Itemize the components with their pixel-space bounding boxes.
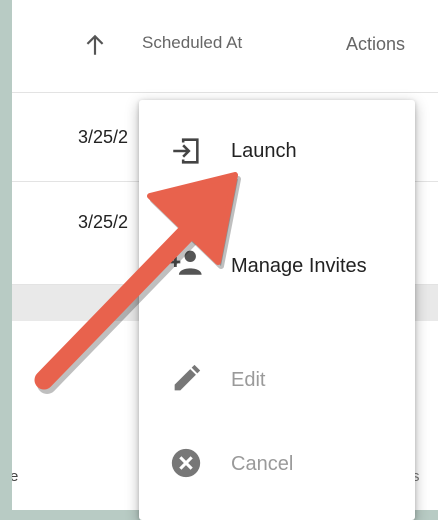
column-header-actions: Actions	[346, 34, 406, 54]
partial-text-left: e	[12, 468, 19, 485]
menu-item-manage-invites[interactable]: Manage Invites	[139, 235, 415, 299]
menu-item-cancel[interactable]: Cancel	[139, 432, 415, 496]
pencil-icon	[174, 364, 201, 391]
menu-item-label: Cancel	[231, 453, 294, 475]
table-header: Scheduled At Actions	[12, 0, 438, 93]
scheduled-at-cell: 3/25/2	[78, 212, 129, 232]
actions-dropdown-menu: Launch Manage Invites Edit Cancel	[139, 100, 415, 520]
menu-item-label: Edit	[231, 369, 266, 391]
login-icon	[173, 138, 199, 164]
menu-item-label: Manage Invites	[231, 255, 367, 277]
column-header-scheduled-at[interactable]: Scheduled At	[142, 33, 242, 53]
arrow-upward-icon[interactable]	[82, 30, 108, 60]
menu-item-edit[interactable]: Edit	[139, 348, 415, 412]
person-add-icon	[170, 250, 202, 275]
menu-item-launch[interactable]: Launch	[139, 120, 415, 184]
scheduled-at-cell: 3/25/2	[78, 127, 129, 147]
cancel-circle-icon	[171, 448, 201, 478]
menu-item-label: Launch	[231, 140, 297, 162]
